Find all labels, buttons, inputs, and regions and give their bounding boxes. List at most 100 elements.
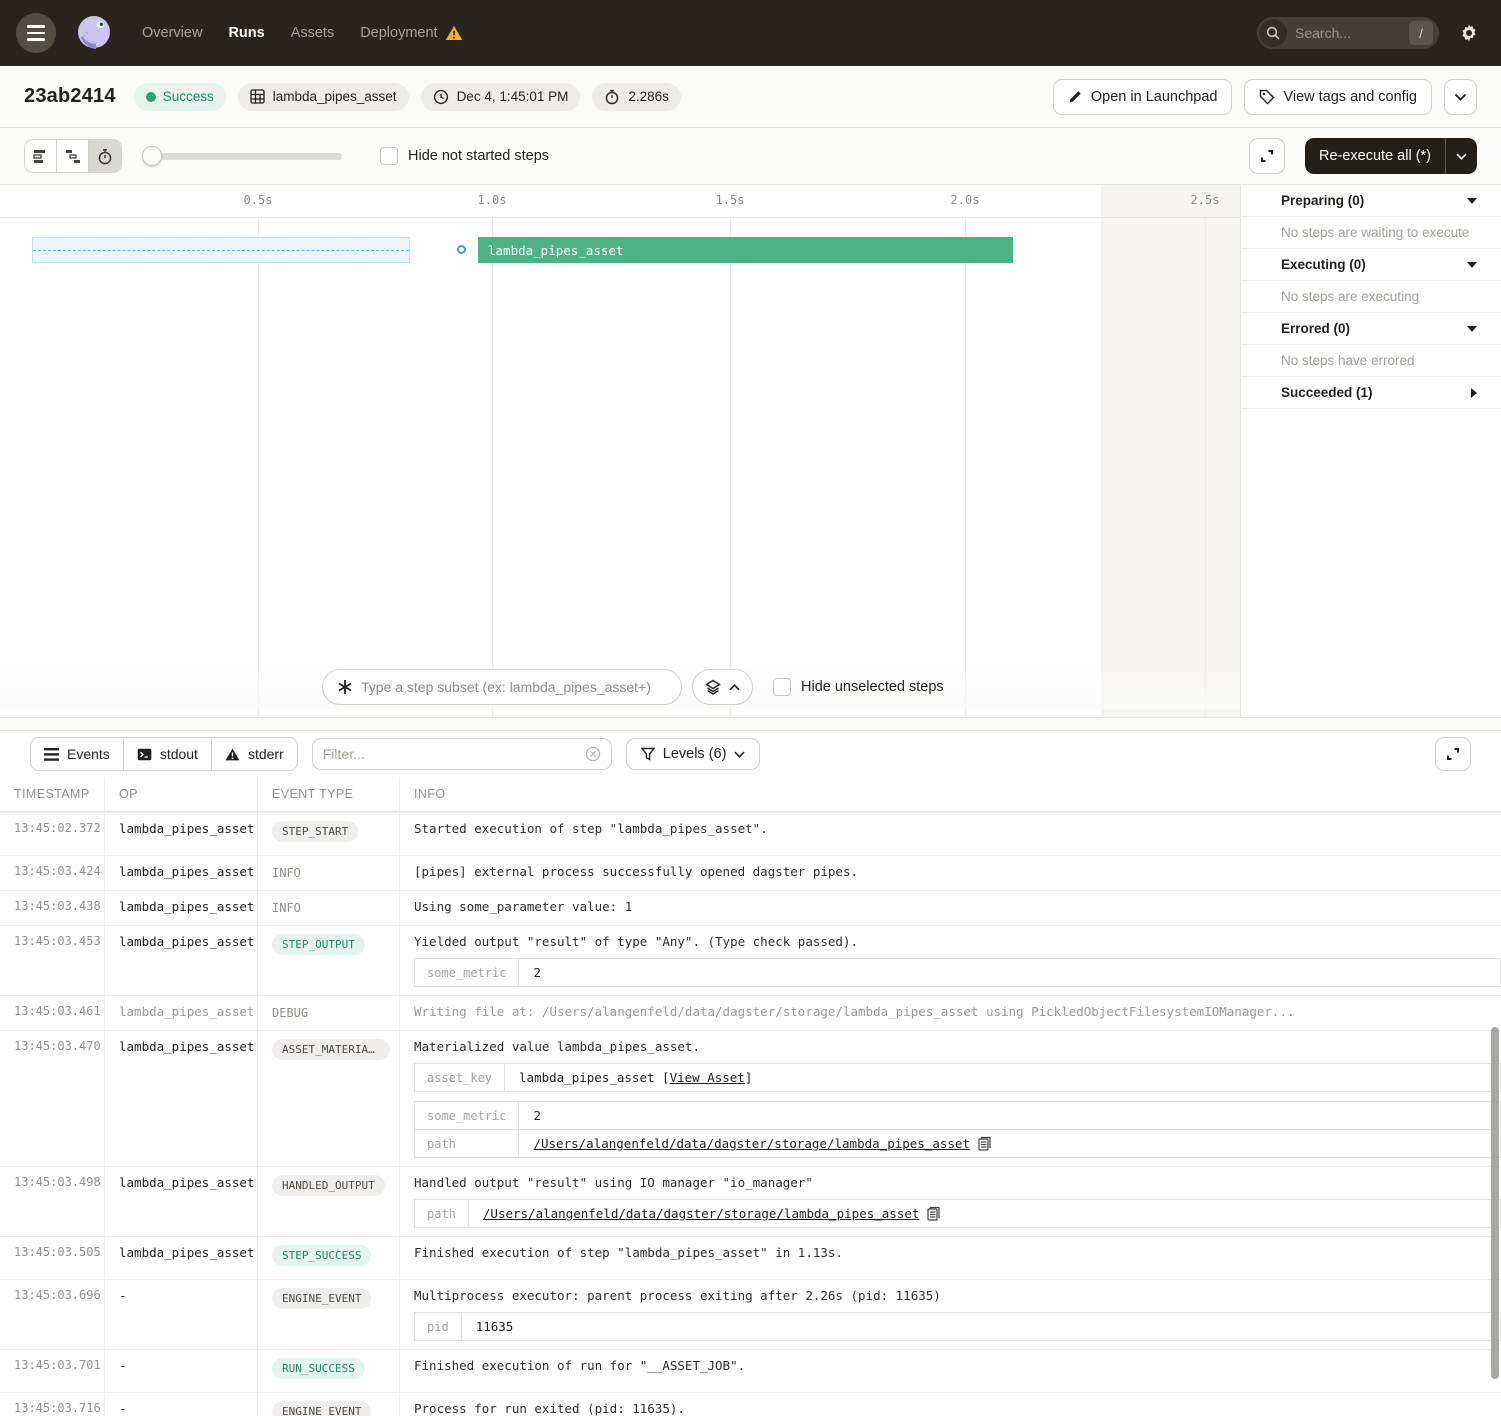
search-shortcut-key: /	[1409, 21, 1433, 45]
run-header: 23ab2414 Success lambda_pipes_asset Dec …	[0, 66, 1501, 128]
metadata-key: some_metric	[415, 1102, 519, 1129]
levels-dropdown-button[interactable]: Levels (6)	[626, 738, 761, 770]
log-row[interactable]: 13:45:02.372lambda_pipes_assetSTEP_START…	[0, 813, 1501, 856]
log-row[interactable]: 13:45:03.505lambda_pipes_assetSTEP_SUCCE…	[0, 1237, 1501, 1280]
log-row[interactable]: 13:45:03.470lambda_pipes_assetASSET_MATE…	[0, 1031, 1501, 1167]
tab-stderr[interactable]: stderr	[212, 738, 297, 770]
zoom-slider-knob[interactable]	[142, 146, 162, 166]
section-caption: No steps are executing	[1241, 281, 1501, 313]
log-info: Started execution of step "lambda_pipes_…	[400, 813, 1501, 855]
settings-gear-icon[interactable]	[1459, 23, 1479, 43]
log-fullscreen-button[interactable]	[1435, 737, 1471, 771]
nav-item-deployment[interactable]: Deployment	[360, 25, 462, 41]
step-status-section-header[interactable]: Preparing (0)	[1241, 185, 1501, 217]
col-info: INFO	[400, 777, 1501, 811]
gantt-beyond-run-region	[1101, 185, 1240, 717]
metadata-value: /Users/alangenfeld/data/dagster/storage/…	[469, 1200, 1500, 1227]
step-status-section-header[interactable]: Executing (0)	[1241, 249, 1501, 281]
clear-filter-icon[interactable]	[585, 746, 601, 762]
apply-subset-button[interactable]	[692, 669, 753, 705]
menu-button[interactable]	[16, 13, 56, 53]
gantt-fullscreen-button[interactable]	[1249, 138, 1285, 174]
log-table-header: TIMESTAMP OP EVENT TYPE INFO	[0, 777, 1501, 812]
job-name-label: lambda_pipes_asset	[273, 89, 397, 104]
nav-item-label: Runs	[228, 25, 264, 41]
metadata-table: some_metric2	[414, 958, 1501, 987]
view-tags-config-button[interactable]: View tags and config	[1244, 79, 1432, 115]
search-input[interactable]	[1295, 25, 1401, 41]
levels-label: Levels (6)	[663, 746, 727, 762]
zoom-slider[interactable]	[142, 146, 342, 166]
log-row[interactable]: 13:45:03.424lambda_pipes_assetINFO[pipes…	[0, 856, 1501, 891]
flat-view-button[interactable]	[25, 140, 57, 172]
log-row[interactable]: 13:45:03.701-RUN_SUCCESSFinished executi…	[0, 1350, 1501, 1393]
log-row[interactable]: 13:45:03.453lambda_pipes_assetSTEP_OUTPU…	[0, 926, 1501, 996]
nav-item-assets[interactable]: Assets	[291, 25, 335, 41]
path-link[interactable]: /Users/alangenfeld/data/dagster/storage/…	[533, 1136, 970, 1151]
axis-tick-label: 0.5s	[244, 193, 273, 207]
timed-view-button[interactable]	[89, 140, 121, 172]
log-timestamp: 13:45:03.470	[0, 1031, 105, 1166]
tab-events[interactable]: Events	[31, 738, 124, 770]
log-filter-box[interactable]	[312, 738, 612, 770]
log-op: lambda_pipes_asset	[105, 926, 258, 995]
log-row[interactable]: 13:45:03.716-ENGINE_EVENTProcess for run…	[0, 1393, 1501, 1416]
job-name-badge[interactable]: lambda_pipes_asset	[238, 83, 409, 111]
log-row[interactable]: 13:45:03.498lambda_pipes_assetHANDLED_OU…	[0, 1167, 1501, 1237]
metadata-key: asset_key	[415, 1064, 505, 1091]
pencil-icon	[1068, 89, 1083, 104]
nav-item-runs[interactable]: Runs	[228, 25, 264, 41]
step-subset-box[interactable]	[322, 669, 682, 705]
tab-label: stderr	[248, 746, 284, 762]
col-timestamp: TIMESTAMP	[0, 777, 105, 811]
duration-badge: 2.286s	[592, 83, 681, 111]
copy-icon[interactable]	[978, 1136, 991, 1151]
log-row[interactable]: 13:45:03.696-ENGINE_EVENTMultiprocess ex…	[0, 1280, 1501, 1350]
step-subset-input[interactable]	[361, 679, 667, 695]
step-status-section-header[interactable]: Succeeded (1)	[1241, 377, 1501, 409]
log-timestamp: 13:45:03.505	[0, 1237, 105, 1279]
step-status-section-header[interactable]: Errored (0)	[1241, 313, 1501, 345]
log-message: Materialized value lambda_pipes_asset.	[414, 1039, 1501, 1054]
gantt-resource-marker-icon[interactable]	[457, 245, 466, 254]
hide-not-started-checkbox[interactable]: Hide not started steps	[380, 147, 549, 165]
panel-splitter[interactable]	[0, 717, 1501, 731]
section-caption: No steps are waiting to execute	[1241, 217, 1501, 249]
tab-stdout[interactable]: stdout	[124, 738, 212, 770]
reexecute-dropdown-button[interactable]	[1445, 138, 1477, 174]
layers-icon	[705, 679, 721, 695]
log-op: lambda_pipes_asset	[105, 891, 258, 925]
log-timestamp: 13:45:03.461	[0, 996, 105, 1030]
hide-unselected-checkbox[interactable]: Hide unselected steps	[773, 678, 944, 696]
gantt-step-bar[interactable]: lambda_pipes_asset	[478, 237, 1013, 263]
waterfall-view-button[interactable]	[57, 140, 89, 172]
log-table-body: captured_logsView stdout / stderr13:45:0…	[0, 812, 1501, 1416]
metadata-row: some_metric2	[415, 959, 1500, 986]
log-scrollbar[interactable]	[1491, 1027, 1499, 1379]
open-launchpad-button[interactable]: Open in Launchpad	[1053, 79, 1233, 115]
log-timestamp: 13:45:02.372	[0, 813, 105, 855]
log-filter-input[interactable]	[323, 746, 577, 762]
view-asset-link[interactable]: View Asset	[670, 1070, 745, 1085]
dagster-logo-icon[interactable]	[72, 11, 116, 55]
hide-unselected-label: Hide unselected steps	[801, 679, 944, 695]
metadata-row: asset_keylambda_pipes_asset [View Asset]	[415, 1064, 1500, 1091]
run-header-more-button[interactable]	[1444, 79, 1477, 115]
section-caption: No steps have errored	[1241, 345, 1501, 377]
log-event-type: STEP_SUCCESS	[258, 1237, 400, 1279]
nav-item-overview[interactable]: Overview	[142, 25, 202, 41]
log-message: [pipes] external process successfully op…	[414, 864, 1501, 879]
start-time-badge: Dec 4, 1:45:01 PM	[421, 83, 581, 111]
log-timestamp: 13:45:03.453	[0, 926, 105, 995]
log-event-type: DEBUG	[258, 996, 400, 1030]
log-row[interactable]: 13:45:03.438lambda_pipes_assetINFOUsing …	[0, 891, 1501, 926]
metadata-row: path/Users/alangenfeld/data/dagster/stor…	[415, 1129, 1500, 1157]
metadata-value: lambda_pipes_asset [View Asset]	[505, 1064, 1500, 1091]
search-box[interactable]: /	[1257, 17, 1439, 49]
log-event-type: STEP_OUTPUT	[258, 926, 400, 995]
tab-label: stdout	[160, 746, 198, 762]
reexecute-all-button[interactable]: Re-execute all (*)	[1305, 138, 1445, 174]
log-row[interactable]: 13:45:03.461lambda_pipes_assetDEBUGWriti…	[0, 996, 1501, 1031]
path-link[interactable]: /Users/alangenfeld/data/dagster/storage/…	[483, 1206, 920, 1221]
copy-icon[interactable]	[927, 1206, 940, 1221]
